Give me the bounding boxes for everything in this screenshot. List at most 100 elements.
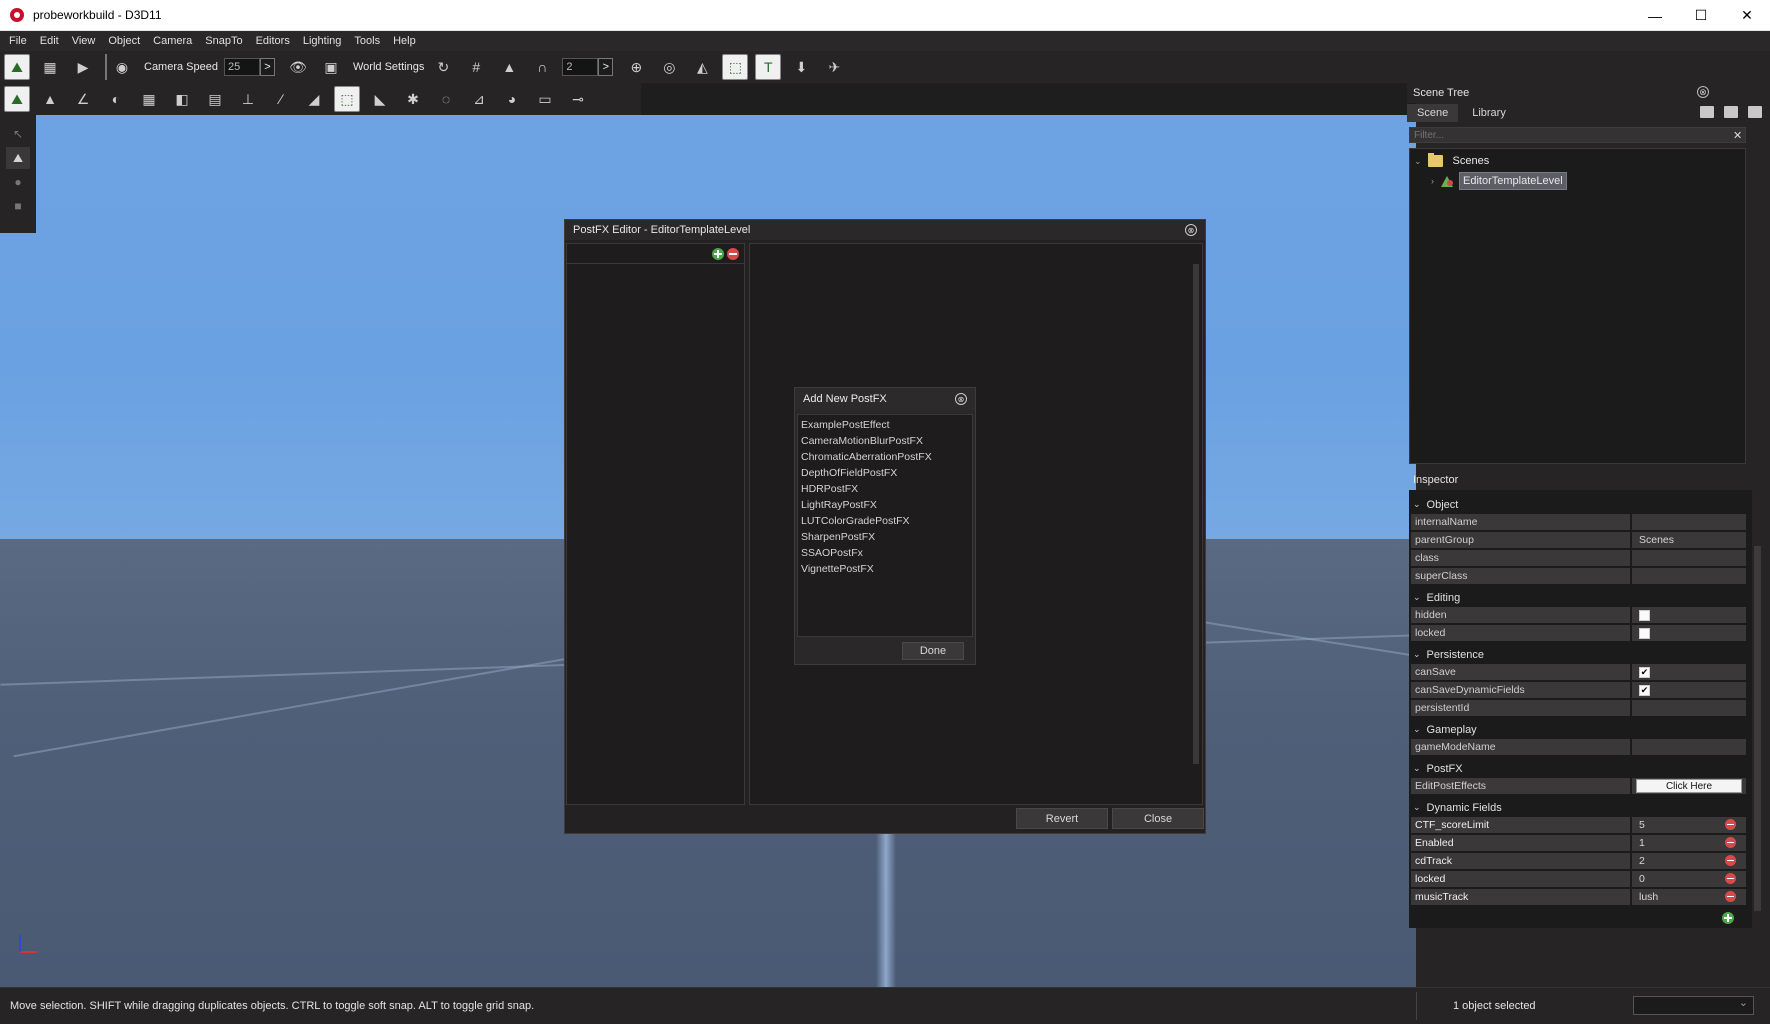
prop-value[interactable]: 2 <box>1632 853 1746 869</box>
menu-help[interactable]: Help <box>388 35 421 47</box>
scene-filter-input[interactable] <box>1409 127 1746 143</box>
remove-field-icon[interactable] <box>1725 891 1736 902</box>
snap-rotate-icon[interactable]: ↻ <box>430 54 456 80</box>
prop-label[interactable]: CTF_scoreLimit <box>1411 817 1632 833</box>
play-icon[interactable]: ▶ <box>70 54 96 80</box>
menu-edit[interactable]: Edit <box>35 35 64 47</box>
fly-icon[interactable]: ✈ <box>821 54 847 80</box>
mesh-road-editor-icon[interactable]: ⬚ <box>334 86 360 112</box>
terrain-tool-icon[interactable]: ◭ <box>689 54 715 80</box>
navmesh-editor-icon[interactable]: ◌ <box>433 86 459 112</box>
list-item[interactable]: SharpenPostFX <box>798 529 972 545</box>
maximize-button[interactable]: ☐ <box>1678 0 1724 31</box>
select-icon[interactable]: ⬚ <box>722 54 749 80</box>
menu-tools[interactable]: Tools <box>349 35 385 47</box>
camera-icon[interactable]: ◉ <box>109 54 135 80</box>
convex-editor-icon[interactable]: ⊿ <box>466 86 492 112</box>
lighting-editor-icon[interactable]: ◕ <box>499 86 525 112</box>
prop-value[interactable] <box>1632 514 1746 530</box>
add-dynamic-field-icon[interactable] <box>1722 912 1734 924</box>
dynamic-field-value[interactable]: lush <box>1639 891 1658 903</box>
prop-value[interactable] <box>1632 700 1746 716</box>
prop-label[interactable]: musicTrack <box>1411 889 1632 905</box>
add-postfx-titlebar[interactable]: Add New PostFX ⊗ <box>795 388 975 410</box>
status-dropdown[interactable] <box>1633 996 1754 1015</box>
dynamic-field-value[interactable]: 5 <box>1639 819 1645 831</box>
scrollbar-thumb[interactable] <box>1193 264 1199 764</box>
prop-label[interactable]: cdTrack <box>1411 853 1632 869</box>
scrollbar-thumb[interactable] <box>1754 546 1761 911</box>
done-button[interactable]: Done <box>902 642 964 660</box>
hidden-checkbox[interactable] <box>1639 609 1650 621</box>
minimize-button[interactable]: — <box>1632 0 1678 31</box>
folder-icon[interactable] <box>1724 106 1738 118</box>
prop-value[interactable]: 1 <box>1632 835 1746 851</box>
sketch-tool-icon[interactable]: ▦ <box>136 86 162 112</box>
close-icon[interactable]: ⊗ <box>955 393 967 405</box>
camera-frame-icon[interactable]: ▣ <box>318 54 344 80</box>
world-editor-icon[interactable]: ⛰ <box>4 54 30 80</box>
list-item[interactable]: SSAOPostFx <box>798 545 972 561</box>
gui-editor-icon[interactable]: ▭ <box>532 86 558 112</box>
remove-postfx-icon[interactable] <box>727 248 739 260</box>
list-item[interactable]: DepthOfFieldPostFX <box>798 465 972 481</box>
list-item[interactable]: ExamplePostEffect <box>798 417 972 433</box>
grid-size-slider-button[interactable]: > <box>598 58 614 76</box>
prop-value[interactable] <box>1632 739 1746 755</box>
list-item[interactable]: LUTColorGradePostFX <box>798 513 972 529</box>
list-item[interactable]: CameraMotionBlurPostFX <box>798 433 972 449</box>
terrain-painter-icon[interactable]: ∠ <box>70 86 96 112</box>
close-button[interactable]: Close <box>1112 808 1204 829</box>
menu-snapto[interactable]: SnapTo <box>200 35 247 47</box>
menu-editors[interactable]: Editors <box>251 35 295 47</box>
grid-snap-icon[interactable]: # <box>463 54 489 80</box>
arrow-select-icon[interactable]: ↖ <box>6 123 30 145</box>
add-postfx-icon[interactable] <box>712 248 724 260</box>
grid-size-input[interactable] <box>562 58 599 76</box>
group-editing[interactable]: ⌄ Editing <box>1409 590 1752 605</box>
close-window-button[interactable]: ✕ <box>1724 0 1770 31</box>
menu-file[interactable]: File <box>4 35 32 47</box>
postfx-editor-titlebar[interactable]: PostFX Editor - EditorTemplateLevel ⊗ <box>565 220 1205 240</box>
road-editor-icon[interactable]: ◢ <box>301 86 327 112</box>
list-item[interactable]: ChromaticAberrationPostFX <box>798 449 972 465</box>
visibility-eye-icon[interactable]: 👁 <box>285 54 311 80</box>
group-persistence[interactable]: ⌄ Persistence <box>1409 647 1752 662</box>
material-editor-icon[interactable]: ◐ <box>103 86 129 112</box>
magnet-icon[interactable]: ∩ <box>529 54 555 80</box>
prop-value[interactable]: 5 <box>1632 817 1746 833</box>
layout-icon[interactable]: ▦ <box>37 54 63 80</box>
camera-speed-input[interactable] <box>224 58 260 76</box>
postfx-effects-list[interactable] <box>566 243 745 805</box>
list-item[interactable]: VignettePostFX <box>798 561 972 577</box>
rotate-tool-icon[interactable]: ● <box>6 171 30 193</box>
path-editor-icon[interactable]: ⊸ <box>565 86 591 112</box>
close-icon[interactable]: ⊗ <box>1185 224 1197 236</box>
terrain-editor-icon[interactable]: ▲ <box>37 86 63 112</box>
locked-checkbox[interactable] <box>1639 627 1650 639</box>
dynamic-field-value[interactable]: 2 <box>1639 855 1645 867</box>
prop-value[interactable]: 0 <box>1632 871 1746 887</box>
postfx-scrollbar[interactable] <box>1192 250 1200 798</box>
camera-speed-slider-button[interactable]: > <box>260 58 275 76</box>
text-label-icon[interactable]: T <box>755 54 782 80</box>
menu-view[interactable]: View <box>67 35 101 47</box>
tree-item-scenes[interactable]: ⌄ Scenes <box>1414 153 1489 167</box>
tab-scene[interactable]: Scene <box>1407 104 1459 122</box>
group-dynamic-fields[interactable]: ⌄ Dynamic Fields <box>1409 800 1752 815</box>
prop-value[interactable]: Scenes <box>1632 532 1746 548</box>
menu-object[interactable]: Object <box>103 35 145 47</box>
datablock-editor-icon[interactable]: ▤ <box>202 86 228 112</box>
edit-post-effects-button[interactable]: Click Here <box>1636 779 1742 793</box>
remove-field-icon[interactable] <box>1725 873 1736 884</box>
dynamic-field-value[interactable]: 0 <box>1639 873 1645 885</box>
group-gameplay[interactable]: ⌄ Gameplay <box>1409 722 1752 737</box>
scene-tree-close-icon[interactable]: ⊗ <box>1697 86 1709 98</box>
scale-tool-icon[interactable]: ■ <box>6 195 30 217</box>
terrain-snap-icon[interactable]: ▲ <box>496 54 522 80</box>
prop-label[interactable]: Enabled <box>1411 835 1632 851</box>
group-object[interactable]: ⌄ Object <box>1409 497 1752 512</box>
lock-icon[interactable] <box>1700 106 1714 118</box>
world-settings-label[interactable]: World Settings <box>353 61 424 73</box>
menu-lighting[interactable]: Lighting <box>298 35 347 47</box>
